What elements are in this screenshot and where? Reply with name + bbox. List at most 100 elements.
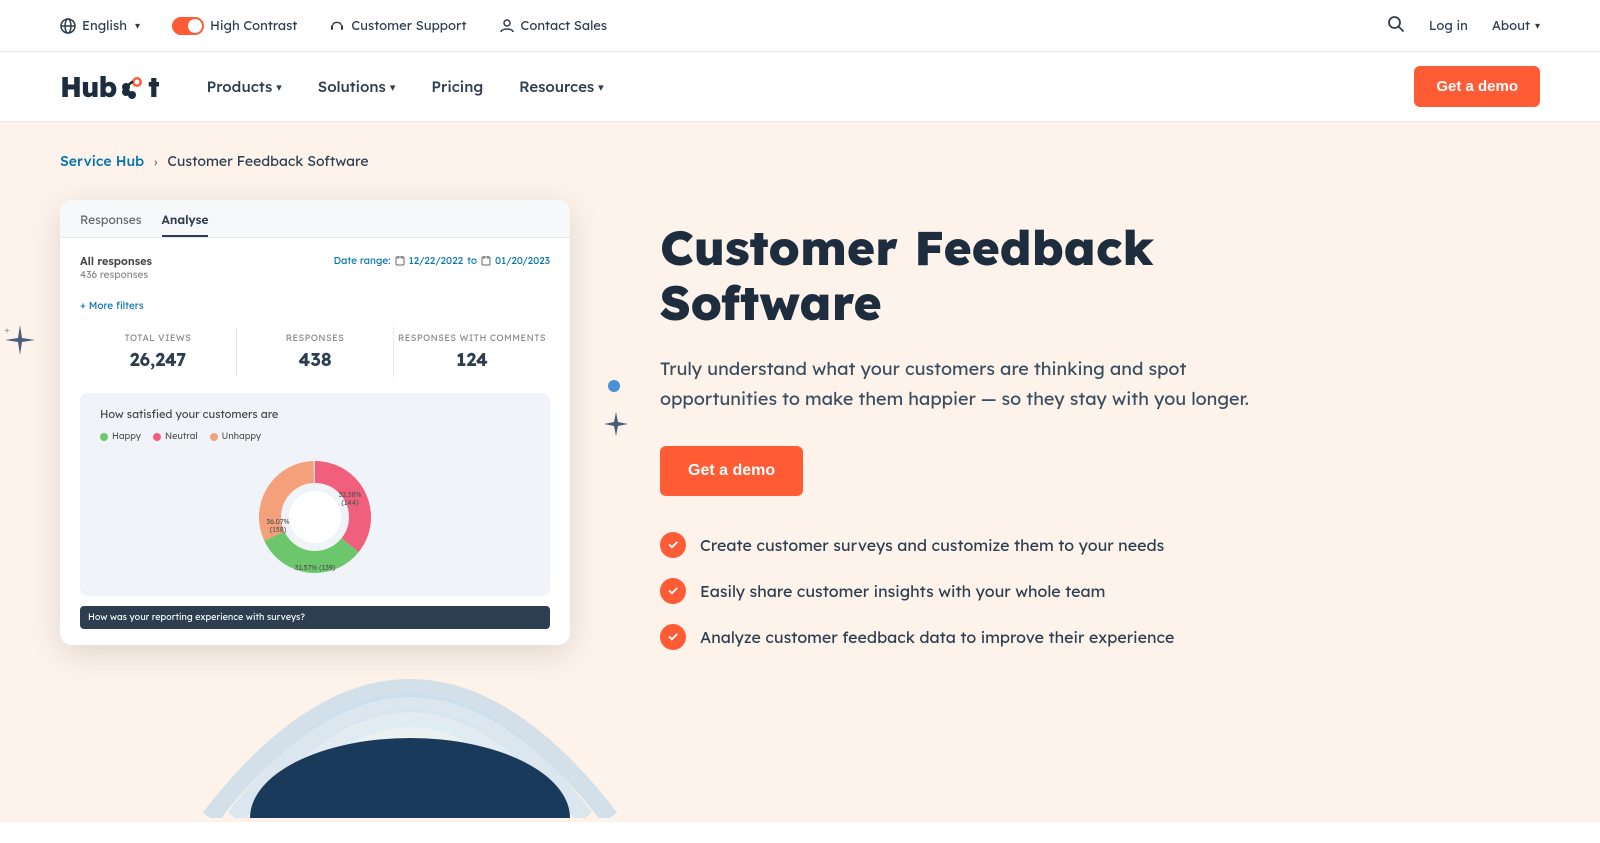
nav-items: Products ▾ Solutions ▾ Pricing Resources… xyxy=(207,77,604,96)
about-chevron-icon: ▾ xyxy=(1535,19,1540,32)
date-to: 01/20/2023 xyxy=(495,254,550,267)
headset-icon xyxy=(329,18,345,34)
calendar-icon-2 xyxy=(481,256,491,266)
stat-value-comments: 124 xyxy=(394,348,550,371)
date-range: Date range: 12/22/2022 to 01/20/2023 xyxy=(334,254,550,267)
check-icon-1 xyxy=(660,532,686,558)
svg-text:31.57% (139): 31.57% (139) xyxy=(295,563,336,572)
high-contrast-toggle[interactable]: High Contrast xyxy=(172,17,297,35)
globe-icon xyxy=(60,18,76,34)
filters-row: + More filters xyxy=(80,293,550,313)
logo-text-end: t xyxy=(148,69,158,104)
main-nav: Hub t Products ▾ Solutions ▾ xyxy=(0,52,1600,122)
star-decoration-right xyxy=(602,410,630,442)
blue-dot-decoration xyxy=(608,380,620,392)
breadcrumb: Service Hub › Customer Feedback Software xyxy=(60,152,1540,170)
feature-label-3: Analyze customer feedback data to improv… xyxy=(700,627,1174,647)
hero-description: Truly understand what your customers are… xyxy=(660,354,1260,413)
high-contrast-label: High Contrast xyxy=(210,18,297,34)
chart-section: How satisfied your customers are Happy N… xyxy=(80,393,550,596)
solutions-chevron-icon: ▾ xyxy=(390,80,396,94)
stat-responses: RESPONSES 438 xyxy=(237,327,394,377)
hero-section: Service Hub › Customer Feedback Software xyxy=(0,122,1600,822)
legend-happy: Happy xyxy=(100,431,141,442)
legend-unhappy: Unhappy xyxy=(210,431,261,442)
hero-text: Customer Feedback Software Truly underst… xyxy=(660,200,1260,650)
responses-count: 436 responses xyxy=(80,268,152,281)
feature-item-3: Analyze customer feedback data to improv… xyxy=(660,624,1260,650)
customer-support-link[interactable]: Customer Support xyxy=(329,18,466,34)
search-icon[interactable] xyxy=(1387,15,1405,37)
hero-title: Customer Feedback Software xyxy=(660,220,1260,330)
feature-list: Create customer surveys and customize th… xyxy=(660,532,1260,650)
products-chevron-icon: ▾ xyxy=(276,80,282,94)
card-responses-info: All responses 436 responses xyxy=(80,254,152,281)
nav-solutions[interactable]: Solutions ▾ xyxy=(318,77,396,96)
stat-label-views: TOTAL VIEWS xyxy=(80,333,236,344)
stat-value-views: 26,247 xyxy=(80,348,236,371)
nav-products[interactable]: Products ▾ xyxy=(207,77,282,96)
chart-title: How satisfied your customers are xyxy=(100,407,530,421)
top-bar-left: English ▾ High Contrast Customer Support… xyxy=(60,17,607,35)
check-icon-3 xyxy=(660,624,686,650)
stat-value-responses: 438 xyxy=(237,348,393,371)
svg-text:(144): (144) xyxy=(341,498,359,507)
all-responses-label: All responses xyxy=(80,254,152,268)
legend-dot-unhappy xyxy=(210,433,218,441)
star-decoration-left xyxy=(0,320,40,364)
card-tabs: Responses Analyse xyxy=(60,200,570,238)
donut-svg: 36.07% (158) 32.38% (144) 31.57% (139) xyxy=(250,452,380,582)
stat-label-comments: RESPONSES WITH COMMENTS xyxy=(394,333,550,344)
feature-item-2: Easily share customer insights with your… xyxy=(660,578,1260,604)
breadcrumb-separator: › xyxy=(154,154,157,169)
hubspot-logo-icon xyxy=(118,73,146,101)
person-icon xyxy=(499,18,515,34)
contact-sales-label: Contact Sales xyxy=(521,18,608,34)
language-label: English xyxy=(82,18,127,34)
top-bar: English ▾ High Contrast Customer Support… xyxy=(0,0,1600,52)
card-tab-analyze[interactable]: Analyse xyxy=(162,212,209,237)
contact-sales-link[interactable]: Contact Sales xyxy=(499,18,608,34)
hero-cta-button[interactable]: Get a demo xyxy=(660,446,803,496)
customer-support-label: Customer Support xyxy=(351,18,466,34)
login-link[interactable]: Log in xyxy=(1429,18,1468,34)
nav-resources[interactable]: Resources ▾ xyxy=(519,77,604,96)
date-from: 12/22/2022 xyxy=(409,254,464,267)
rainbow-svg xyxy=(200,618,620,818)
language-selector[interactable]: English ▾ xyxy=(60,18,140,34)
toggle-icon[interactable] xyxy=(172,17,204,35)
stats-row: TOTAL VIEWS 26,247 RESPONSES 438 RESPONS… xyxy=(80,327,550,377)
svg-text:(158): (158) xyxy=(270,525,287,534)
feature-label-2: Easily share customer insights with your… xyxy=(700,581,1105,601)
breadcrumb-current: Customer Feedback Software xyxy=(167,152,368,170)
chart-legend: Happy Neutral Unhappy xyxy=(100,431,530,442)
check-icon-2 xyxy=(660,578,686,604)
breadcrumb-parent-link[interactable]: Service Hub xyxy=(60,152,144,170)
screenshot-card: Responses Analyse All responses 436 resp… xyxy=(60,200,570,645)
more-filters-link[interactable]: + More filters xyxy=(80,299,144,312)
nav-left: Hub t Products ▾ Solutions ▾ xyxy=(60,69,604,104)
card-inner: All responses 436 responses Date range: … xyxy=(60,238,570,645)
rainbow-decoration xyxy=(200,618,620,822)
feature-label-1: Create customer surveys and customize th… xyxy=(700,535,1164,555)
hero-content: Responses Analyse All responses 436 resp… xyxy=(60,200,1540,650)
chevron-down-icon: ▾ xyxy=(135,19,140,32)
donut-chart: 36.07% (158) 32.38% (144) 31.57% (139) xyxy=(100,452,530,582)
legend-dot-happy xyxy=(100,433,108,441)
get-demo-nav-button[interactable]: Get a demo xyxy=(1414,66,1540,107)
card-tab-responses[interactable]: Responses xyxy=(80,212,142,237)
legend-dot-neutral xyxy=(153,433,161,441)
stat-label-responses: RESPONSES xyxy=(237,333,393,344)
calendar-icon xyxy=(395,256,405,266)
card-header-row: All responses 436 responses Date range: … xyxy=(80,254,550,281)
resources-chevron-icon: ▾ xyxy=(598,80,604,94)
about-link[interactable]: About ▾ xyxy=(1492,18,1540,34)
logo-text: Hub xyxy=(60,69,116,104)
top-bar-right: Log in About ▾ xyxy=(1387,15,1540,37)
legend-neutral: Neutral xyxy=(153,431,198,442)
stat-comments: RESPONSES WITH COMMENTS 124 xyxy=(394,327,550,377)
logo[interactable]: Hub t xyxy=(60,69,159,104)
stat-total-views: TOTAL VIEWS 26,247 xyxy=(80,327,237,377)
screenshot-area: Responses Analyse All responses 436 resp… xyxy=(60,200,580,645)
nav-pricing[interactable]: Pricing xyxy=(431,77,483,96)
